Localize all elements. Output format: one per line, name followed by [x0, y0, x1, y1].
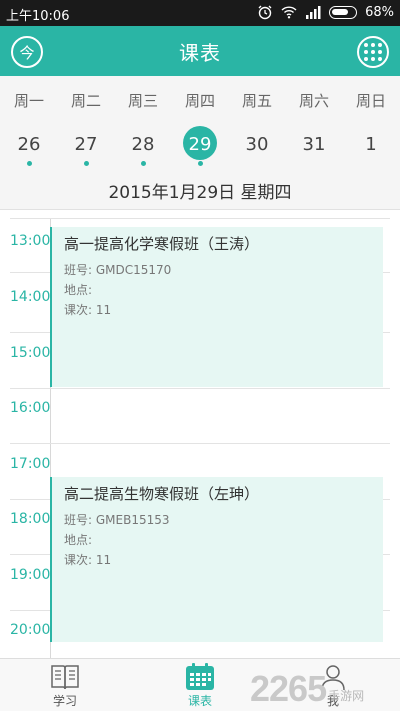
- event-title: 高二提高生物寒假班（左珅）: [64, 485, 260, 503]
- wifi-icon: [281, 6, 297, 19]
- page-title: 课表: [179, 41, 221, 65]
- hour-label-17: 17:00: [10, 456, 51, 472]
- class-event-card[interactable]: 高一提高化学寒假班（王涛） 班号: GMDC15170 地点: 课次: 11: [50, 227, 383, 387]
- event-session: 课次: 11: [64, 303, 112, 317]
- hour-label-14: 14:00: [10, 289, 51, 305]
- weekday-sun: 周日: [355, 92, 386, 110]
- weekday-row: 周一 周二 周三 周四 周五 周六 周日: [0, 90, 400, 110]
- date-cell-1[interactable]: 1: [346, 132, 396, 172]
- weekday-wed: 周三: [127, 92, 158, 110]
- hour-divider: [10, 443, 390, 444]
- book-icon: [51, 665, 79, 690]
- hour-label-16: 16:00: [10, 400, 51, 416]
- site-watermark: 2265 手游网: [250, 660, 364, 710]
- hour-label-15: 15:00: [10, 345, 51, 361]
- event-dot: [141, 161, 146, 166]
- nav-tab-study[interactable]: 学习: [20, 659, 110, 711]
- status-icons: 68%: [257, 4, 394, 20]
- status-bar: 上午10:06 68%: [0, 0, 400, 26]
- event-class-number: 班号: GMEB15153: [64, 513, 170, 527]
- date-cell-26[interactable]: 26: [4, 132, 54, 172]
- event-dot: [27, 161, 32, 166]
- weekday-thu: 周四: [184, 92, 215, 110]
- hour-label-20: 20:00: [10, 622, 51, 638]
- hour-divider: [10, 388, 390, 389]
- date-cell-29-selected[interactable]: 29: [175, 126, 225, 172]
- event-location: 地点:: [64, 533, 93, 547]
- calendar-icon: [186, 663, 214, 690]
- grid-menu-button[interactable]: [357, 36, 389, 68]
- battery-icon: [329, 5, 358, 19]
- watermark-text: 手游网: [328, 689, 365, 703]
- watermark-number: 2265: [250, 668, 327, 709]
- app-header: 今 课表: [0, 26, 400, 76]
- battery-percent: 68%: [365, 4, 394, 20]
- date-cell-30[interactable]: 30: [232, 132, 282, 172]
- event-dot: [198, 161, 203, 166]
- date-cell-27[interactable]: 27: [61, 132, 111, 172]
- nav-tab-schedule[interactable]: 课表: [155, 659, 245, 711]
- grid-icon: [364, 43, 382, 61]
- date-row: 26 27 28 29 30 31 1: [0, 126, 400, 172]
- hour-label-13: 13:00: [10, 233, 51, 249]
- hour-label-18: 18:00: [10, 511, 51, 527]
- week-selector: 周一 周二 周三 周四 周五 周六 周日 26 27 28 29 30 31 1…: [0, 76, 400, 210]
- event-title: 高一提高化学寒假班（王涛）: [64, 235, 260, 253]
- alarm-icon: [258, 5, 272, 20]
- status-time: 上午10:06: [6, 9, 70, 24]
- nav-label-schedule: 课表: [187, 694, 212, 708]
- hour-label-19: 19:00: [10, 567, 51, 583]
- signal-icon: [306, 6, 321, 19]
- weekday-mon: 周一: [13, 92, 44, 110]
- schedule-timeline[interactable]: 13:00 14:00 15:00 16:00 17:00 18:00 19:0…: [0, 218, 400, 658]
- weekday-sat: 周六: [298, 92, 329, 110]
- date-cell-31[interactable]: 31: [289, 132, 339, 172]
- event-dot: [84, 161, 89, 166]
- event-location: 地点:: [64, 283, 93, 297]
- nav-label-study: 学习: [52, 694, 77, 708]
- selected-full-date: 2015年1月29日 星期四: [108, 183, 292, 203]
- event-session: 课次: 11: [64, 553, 112, 567]
- date-cell-28[interactable]: 28: [118, 132, 168, 172]
- weekday-tue: 周二: [70, 92, 101, 110]
- hour-divider: [10, 218, 390, 219]
- event-class-number: 班号: GMDC15170: [64, 263, 172, 277]
- weekday-fri: 周五: [241, 92, 272, 110]
- class-event-card[interactable]: 高二提高生物寒假班（左珅） 班号: GMEB15153 地点: 课次: 11: [50, 477, 383, 642]
